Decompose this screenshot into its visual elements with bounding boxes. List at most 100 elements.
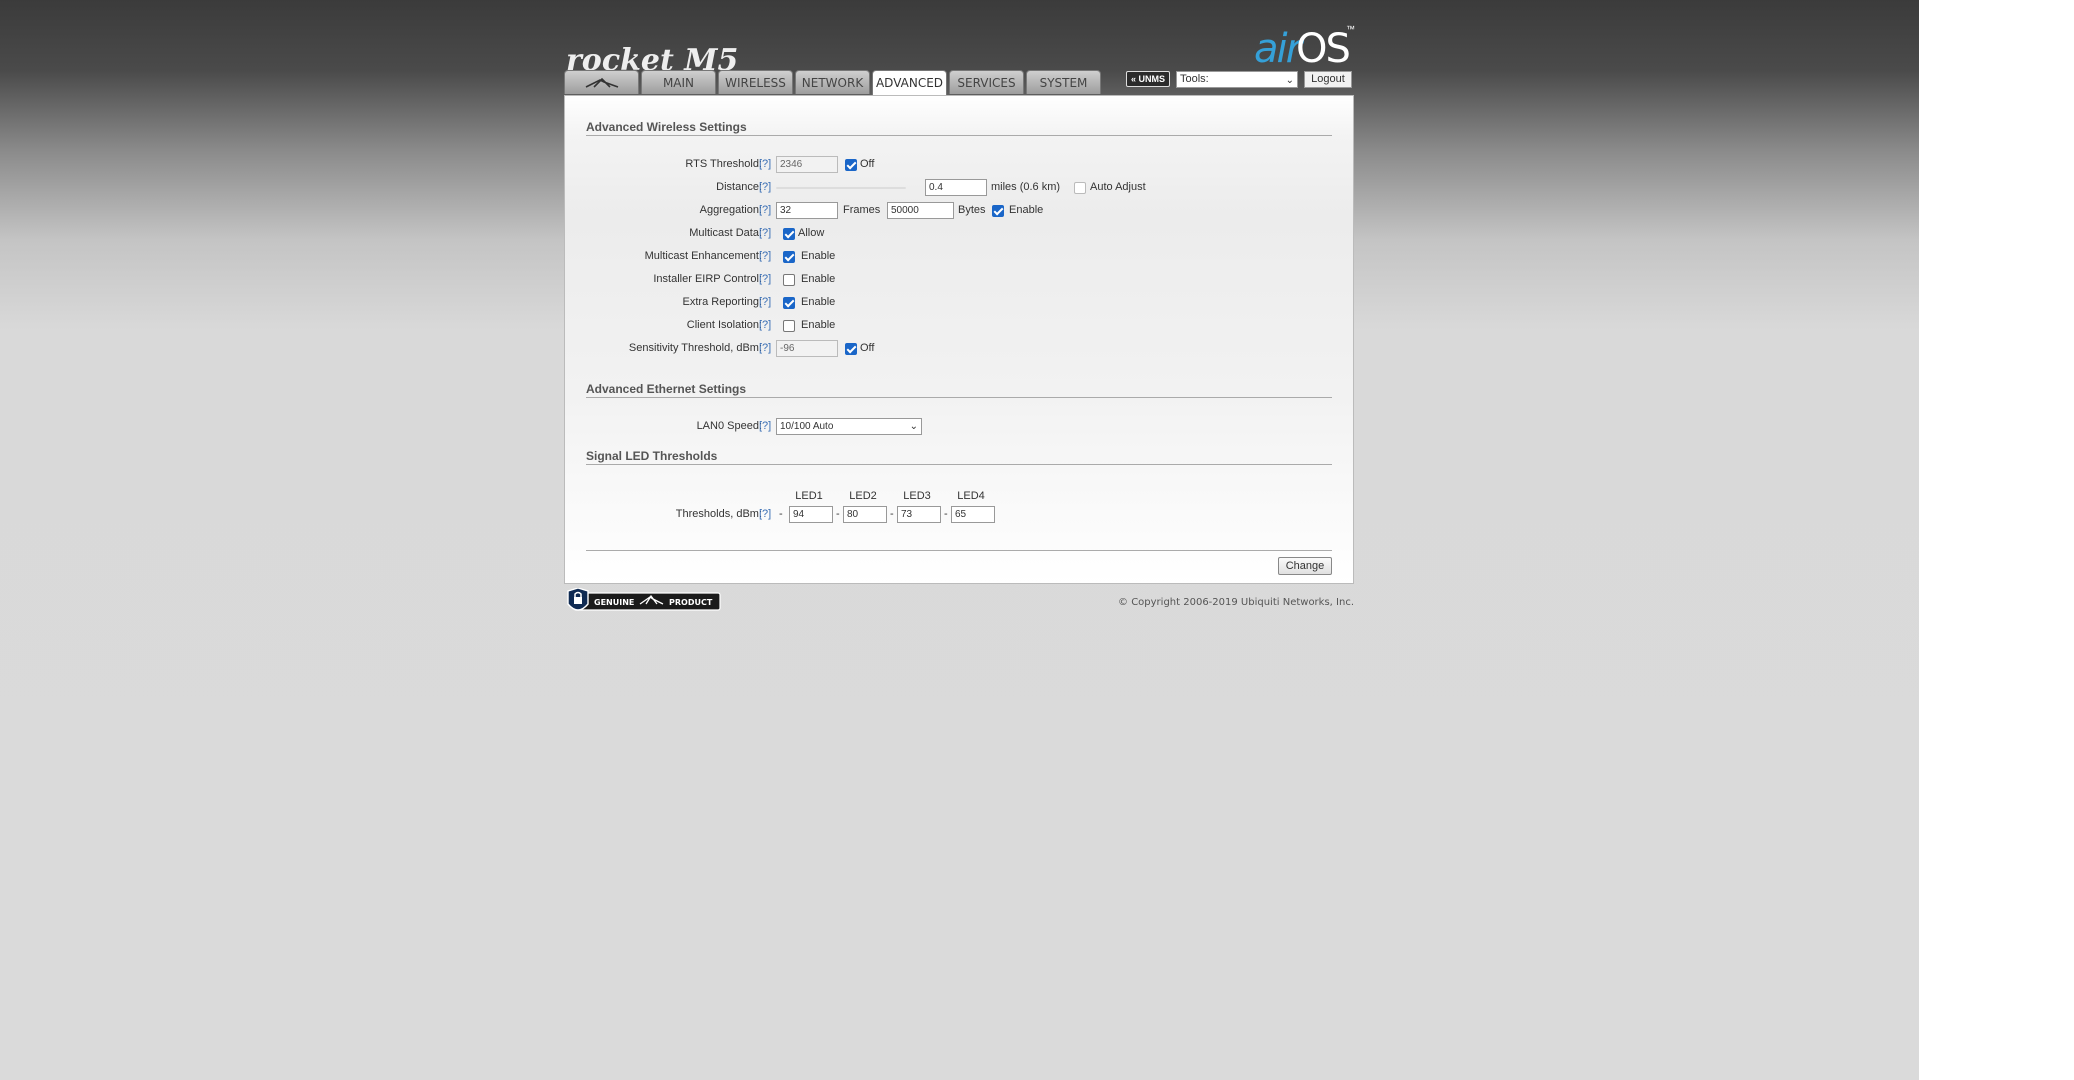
lan0-speed-select[interactable]: 10/100 Auto ⌄ [776, 418, 922, 435]
led3-header: LED3 [903, 490, 931, 502]
change-button[interactable]: Change [1278, 557, 1332, 575]
tab-network[interactable]: NETWORK [795, 70, 870, 94]
distance-unit: miles (0.6 km) [991, 181, 1061, 193]
chevron-down-icon: ⌄ [909, 421, 918, 432]
divider [586, 550, 1332, 551]
row-distance: Distance: [?] 0.4 miles (0.6 km) Auto Ad… [565, 179, 1355, 197]
aggregation-bytes-input[interactable]: 50000 [887, 202, 954, 219]
led-dash: - [944, 508, 948, 520]
help-link[interactable]: [?] [759, 319, 771, 331]
logout-button[interactable]: Logout [1304, 70, 1352, 88]
led1-input[interactable]: 94 [789, 506, 833, 523]
led-dash: - [890, 508, 894, 520]
led2-header: LED2 [849, 490, 877, 502]
genuine-product-badge-graphic: GENUINE PRODUCT [567, 587, 721, 611]
unms-button[interactable]: « UNMS [1126, 71, 1170, 87]
auto-adjust-label: Auto Adjust [1090, 181, 1146, 193]
rts-threshold-input[interactable]: 2346 [776, 156, 838, 173]
auto-adjust-checkbox[interactable] [1074, 182, 1086, 194]
row-multicast-data: Multicast Data: [?] Allow [565, 225, 1355, 243]
sensitivity-off-label: Off [860, 342, 875, 354]
header-tools: « UNMS Tools: ⌄ Logout [1126, 70, 1352, 88]
tab-services[interactable]: SERVICES [949, 70, 1024, 94]
led-dash: - [836, 508, 840, 520]
multicast-data-checkbox[interactable] [783, 228, 795, 240]
led-dash: - [779, 508, 783, 520]
multicast-data-label: Multicast Data: [689, 227, 762, 239]
extra-reporting-checkbox[interactable] [783, 297, 795, 309]
sensitivity-threshold-input[interactable]: -96 [776, 340, 838, 357]
help-link[interactable]: [?] [759, 420, 771, 432]
section-title-led: Signal LED Thresholds [586, 449, 1332, 465]
row-extra-reporting: Extra Reporting: [?] Enable [565, 294, 1355, 312]
help-link[interactable]: [?] [759, 296, 771, 308]
multicast-enhancement-label: Multicast Enhancement: [644, 250, 762, 262]
tools-select[interactable]: Tools: ⌄ [1176, 70, 1298, 88]
extra-reporting-option: Enable [801, 296, 836, 308]
led1-header: LED1 [795, 490, 823, 502]
svg-text:PRODUCT: PRODUCT [669, 598, 713, 607]
client-isolation-label: Client Isolation: [686, 319, 762, 331]
rts-off-label: Off [860, 158, 875, 170]
help-link[interactable]: [?] [759, 227, 771, 239]
distance-label: Distance: [716, 181, 762, 193]
led4-input[interactable]: 65 [951, 506, 995, 523]
help-link[interactable]: [?] [759, 273, 771, 285]
row-aggregation: Aggregation: [?] 32 Frames 50000 Bytes E… [565, 202, 1355, 220]
led2-input[interactable]: 80 [843, 506, 887, 523]
multicast-enhancement-option: Enable [801, 250, 836, 262]
sensitivity-label: Sensitivity Threshold, dBm: [628, 342, 762, 354]
help-link[interactable]: [?] [759, 508, 771, 520]
settings-panel: Advanced Wireless Settings RTS Threshold… [564, 95, 1354, 584]
row-rts-threshold: RTS Threshold: [?] 2346 Off [565, 156, 1355, 174]
svg-text:GENUINE: GENUINE [594, 598, 634, 607]
main-nav-tabs: MAIN WIRELESS NETWORK ADVANCED SERVICES … [564, 70, 1101, 96]
distance-slider[interactable] [776, 187, 906, 189]
aggregation-frames-input[interactable]: 32 [776, 202, 838, 219]
section-title-ethernet: Advanced Ethernet Settings [586, 382, 1332, 398]
chevron-down-icon: ⌄ [1285, 74, 1294, 86]
eirp-checkbox[interactable] [783, 274, 795, 286]
row-installer-eirp: Installer EIRP Control: [?] Enable [565, 271, 1355, 289]
eirp-option: Enable [801, 273, 836, 285]
genuine-product-badge: GENUINE PRODUCT [564, 587, 724, 616]
multicast-enhancement-checkbox[interactable] [783, 251, 795, 263]
rts-label: RTS Threshold: [685, 158, 762, 170]
row-multicast-enhancement: Multicast Enhancement: [?] Enable [565, 248, 1355, 266]
led3-input[interactable]: 73 [897, 506, 941, 523]
row-client-isolation: Client Isolation: [?] Enable [565, 317, 1355, 335]
row-led-thresholds: Thresholds, dBm: [?] - 94 - 80 - 73 - 65 [565, 506, 1355, 524]
thresholds-label: Thresholds, dBm: [675, 508, 762, 520]
help-link[interactable]: [?] [759, 158, 771, 170]
section-title-wireless: Advanced Wireless Settings [586, 120, 1332, 136]
help-link[interactable]: [?] [759, 204, 771, 216]
ubiquiti-logo-icon [585, 77, 618, 88]
tab-main[interactable]: MAIN [641, 70, 716, 94]
tab-wireless[interactable]: WIRELESS [718, 70, 793, 94]
aggregation-enable-label: Enable [1009, 204, 1044, 216]
help-link[interactable]: [?] [759, 342, 771, 354]
tab-ubiquiti-home[interactable] [564, 70, 639, 94]
extra-reporting-label: Extra Reporting: [682, 296, 762, 308]
copyright-text: © Copyright 2006-2019 Ubiquiti Networks,… [1118, 597, 1354, 608]
client-isolation-checkbox[interactable] [783, 320, 795, 332]
help-link[interactable]: [?] [759, 250, 771, 262]
rts-off-checkbox[interactable] [845, 159, 857, 171]
aggregation-enable-checkbox[interactable] [992, 205, 1004, 217]
led4-header: LED4 [957, 490, 985, 502]
lan0-speed-label: LAN0 Speed: [696, 420, 762, 432]
tab-advanced[interactable]: ADVANCED [872, 70, 947, 96]
row-sensitivity-threshold: Sensitivity Threshold, dBm: [?] -96 Off [565, 340, 1355, 358]
help-link[interactable]: [?] [759, 181, 771, 193]
multicast-data-option: Allow [798, 227, 825, 239]
sensitivity-off-checkbox[interactable] [845, 343, 857, 355]
aggregation-label: Aggregation: [699, 204, 762, 216]
page-background: rocket M5 air OS ™ MAIN WIRELESS NETWORK… [0, 0, 1919, 1080]
airos-logo: air OS ™ [1254, 24, 1355, 72]
row-lan0-speed: LAN0 Speed: [?] 10/100 Auto ⌄ [565, 418, 1355, 436]
frames-label: Frames [843, 204, 881, 216]
distance-input[interactable]: 0.4 [925, 179, 987, 196]
bytes-label: Bytes [958, 204, 986, 216]
tab-system[interactable]: SYSTEM [1026, 70, 1101, 94]
client-isolation-option: Enable [801, 319, 836, 331]
